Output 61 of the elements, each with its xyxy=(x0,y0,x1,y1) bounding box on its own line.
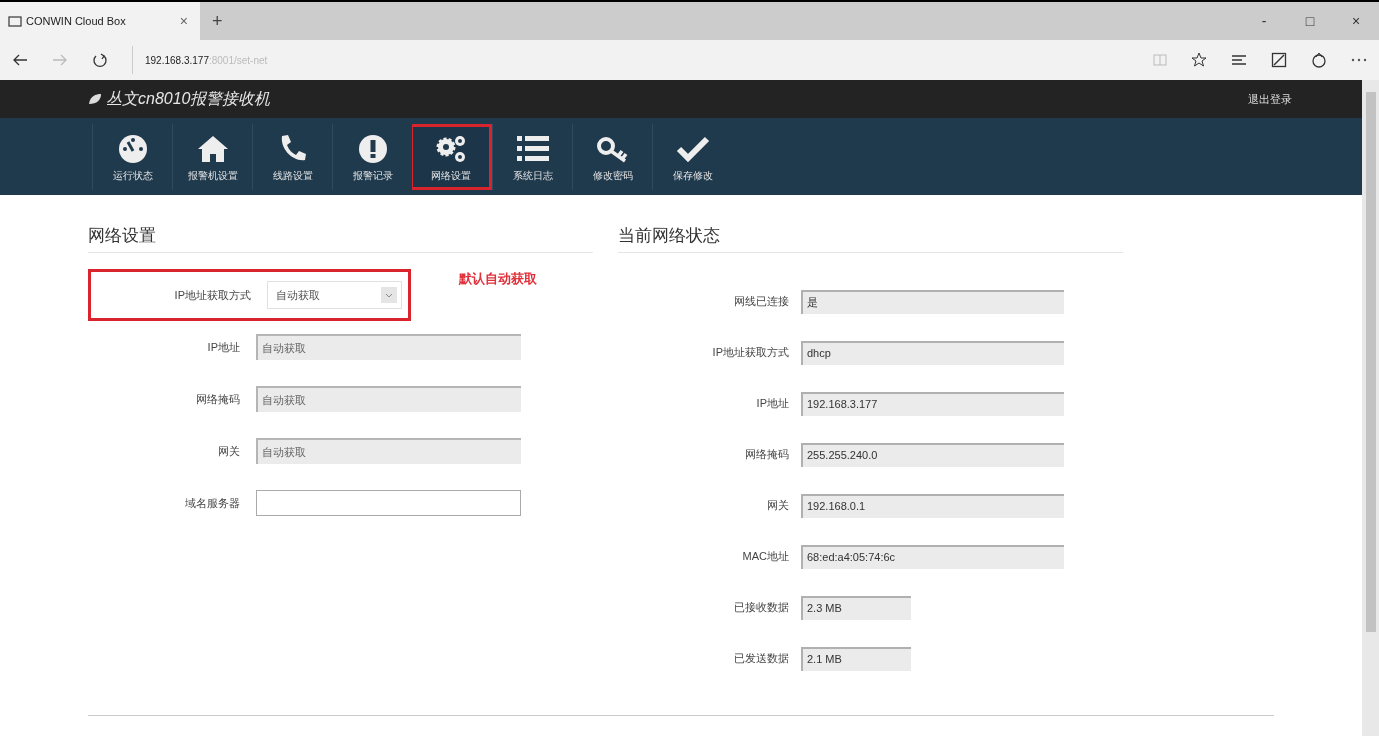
new-tab-button[interactable]: + xyxy=(200,7,235,35)
web-note-icon[interactable] xyxy=(1271,52,1287,68)
field-label: IP地址获取方式 xyxy=(711,345,790,361)
select-field[interactable]: 自动获取 xyxy=(267,281,402,309)
gears-icon xyxy=(435,133,467,164)
scrollbar[interactable] xyxy=(1362,80,1379,736)
field-label: IP地址 xyxy=(755,396,790,412)
caret-icon xyxy=(385,292,393,298)
nav-button[interactable]: 线路设置 xyxy=(252,123,332,190)
share-icon[interactable] xyxy=(1311,52,1327,68)
section-title: 网络设置 xyxy=(88,224,156,247)
field-label: 网线已连接 xyxy=(733,294,790,310)
readonly-field: 192.168.0.1 xyxy=(801,493,1064,518)
tab-page-icon xyxy=(8,15,22,27)
checkmark-icon xyxy=(675,135,710,162)
annotation-text: 默认自动获取 xyxy=(459,270,537,288)
house-icon xyxy=(196,134,229,163)
readonly-field: 2.3 MB xyxy=(801,595,911,620)
close-tab-button[interactable]: × xyxy=(175,10,192,32)
field-label: IP地址 xyxy=(206,339,241,355)
tab-title: CONWIN Cloud Box xyxy=(26,13,126,29)
refresh-icon[interactable] xyxy=(92,52,108,68)
field-label: 网络掩码 xyxy=(744,447,790,463)
readonly-field: 255.255.240.0 xyxy=(801,442,1064,467)
field-label: 网关 xyxy=(217,443,241,459)
gauge-icon xyxy=(117,133,148,164)
restore-button[interactable]: □ xyxy=(1287,10,1333,32)
nav-button[interactable]: 运行状态 xyxy=(92,123,172,190)
readonly-field: 是 xyxy=(801,289,1064,314)
field-label: MAC地址 xyxy=(741,549,790,565)
field-label: 已接收数据 xyxy=(733,600,790,616)
field-label: 域名服务器 xyxy=(184,495,241,511)
close-window-button[interactable]: × xyxy=(1333,10,1379,32)
nav-button[interactable]: 修改密码 xyxy=(572,123,652,190)
minimize-button[interactable]: - xyxy=(1241,10,1287,32)
readonly-field: 2.1 MB xyxy=(801,646,911,671)
nav-button[interactable]: 系统日志 xyxy=(492,123,572,190)
nav-button[interactable]: 报警机设置 xyxy=(172,123,252,190)
readonly-field: 192.168.3.177 xyxy=(801,391,1064,416)
exclamation-icon xyxy=(357,133,388,164)
nav-button[interactable]: 网络设置 xyxy=(412,123,492,190)
key-icon xyxy=(596,134,629,163)
hub-icon[interactable] xyxy=(1231,54,1247,66)
field-label: 网络掩码 xyxy=(195,391,241,407)
logout-link[interactable]: 退出登录 xyxy=(1248,90,1292,108)
readonly-field: 68:ed:a4:05:74:6c xyxy=(801,544,1064,569)
leaf-icon xyxy=(88,93,102,105)
browser-tab[interactable]: CONWIN Cloud Box × xyxy=(0,2,200,40)
favorite-star-icon[interactable] xyxy=(1191,52,1207,68)
nav-button[interactable]: 报警记录 xyxy=(332,123,412,190)
field-label: 网关 xyxy=(766,498,790,514)
field-label: 已发送数据 xyxy=(733,651,790,667)
site-title: 丛文cn8010报警接收机 xyxy=(106,89,271,109)
readonly-field: dhcp xyxy=(801,340,1064,365)
more-icon[interactable] xyxy=(1351,58,1367,62)
input-field[interactable] xyxy=(256,490,521,516)
list-icon xyxy=(516,134,549,163)
field-label: IP地址获取方式 xyxy=(173,287,252,303)
back-icon[interactable] xyxy=(12,53,28,67)
section-title: 当前网络状态 xyxy=(618,224,720,247)
nav-button[interactable]: 保存修改 xyxy=(652,123,732,190)
